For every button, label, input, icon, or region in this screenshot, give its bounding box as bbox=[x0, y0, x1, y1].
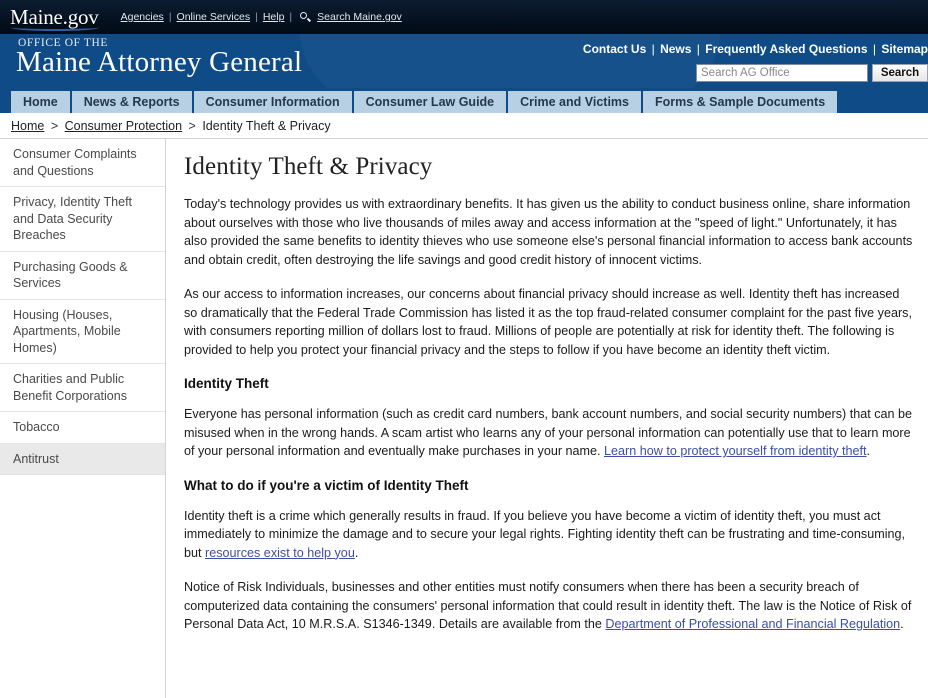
search-button[interactable]: Search bbox=[872, 64, 928, 82]
nav-tab-news-and-reports[interactable]: News & Reports bbox=[71, 91, 194, 113]
sidebar-item-charities-and-public-benefit-corporations[interactable]: Charities and Public Benefit Corporation… bbox=[0, 364, 165, 412]
banner-separator: | bbox=[651, 42, 655, 56]
utility-link-help[interactable]: Help bbox=[263, 11, 285, 23]
paragraph-notice-of-risk-tail: . bbox=[900, 617, 904, 631]
sidebar-navigation: Consumer Complaints and Questions Privac… bbox=[0, 139, 166, 698]
breadcrumb-item-consumer-protection[interactable]: Consumer Protection bbox=[65, 119, 182, 133]
banner-link-sitemap[interactable]: Sitemap bbox=[881, 42, 928, 56]
maine-gov-logo[interactable]: Maine.gov bbox=[10, 6, 105, 31]
paragraph-identity-theft: Everyone has personal information (such … bbox=[184, 405, 916, 461]
main-content: Identity Theft & Privacy Today's technol… bbox=[166, 139, 928, 698]
breadcrumb: Home > Consumer Protection > Identity Th… bbox=[0, 113, 928, 139]
nav-tab-forms-and-sample-documents[interactable]: Forms & Sample Documents bbox=[642, 91, 838, 113]
banner-link-contact-us[interactable]: Contact Us bbox=[583, 42, 646, 56]
paragraph-victim: Identity theft is a crime which generall… bbox=[184, 507, 916, 563]
search-icon bbox=[300, 11, 311, 23]
paragraph-identity-theft-tail: . bbox=[866, 444, 871, 458]
link-learn-how-to-protect-yourself[interactable]: Learn how to protect yourself from ident… bbox=[604, 444, 867, 458]
heading-what-to-do-if-victim: What to do if you're a victim of Identit… bbox=[184, 477, 469, 493]
breadcrumb-item-current: Identity Theft & Privacy bbox=[202, 119, 331, 133]
banner-separator: | bbox=[872, 42, 876, 56]
content-area: Consumer Complaints and Questions Privac… bbox=[0, 139, 928, 698]
paragraph-intro-2: As our access to information increases, … bbox=[184, 287, 912, 357]
sidebar-item-antitrust[interactable]: Antitrust bbox=[0, 443, 165, 475]
breadcrumb-separator: > bbox=[188, 119, 196, 133]
utility-link-online-services[interactable]: Online Services bbox=[177, 11, 251, 23]
nav-tab-home[interactable]: Home bbox=[11, 91, 72, 113]
site-banner: OFFICE OF THE Maine Attorney General Con… bbox=[0, 34, 928, 88]
paragraph-victim-tail: . bbox=[354, 545, 359, 560]
banner-links: Contact Us | News | Frequently Asked Que… bbox=[583, 42, 928, 56]
utility-separator: | bbox=[255, 11, 258, 23]
sidebar-item-consumer-complaints-and-questions[interactable]: Consumer Complaints and Questions bbox=[0, 139, 165, 187]
paragraph-intro-1: Today's technology provides us with extr… bbox=[184, 197, 913, 267]
sidebar-item-purchasing-goods-and-services[interactable]: Purchasing Goods & Services bbox=[0, 252, 165, 300]
sidebar-item-privacy-identity-theft-and-data-security-breaches[interactable]: Privacy, Identity Theft and Data Securit… bbox=[0, 187, 165, 252]
paragraph-notice-of-risk: Notice of Risk Individuals, businesses a… bbox=[184, 578, 916, 634]
banner-link-news[interactable]: News bbox=[660, 42, 691, 56]
utility-separator: | bbox=[168, 11, 172, 23]
utility-separator: | bbox=[289, 11, 293, 23]
page-title: Identity Theft & Privacy bbox=[184, 153, 433, 180]
breadcrumb-item-home[interactable]: Home bbox=[11, 119, 44, 133]
utility-link-agencies[interactable]: Agencies bbox=[121, 11, 164, 23]
maine-gov-utility-bar: Maine.gov Agencies | Online Services | H… bbox=[0, 0, 928, 34]
banner-separator: | bbox=[696, 42, 700, 56]
nav-tab-consumer-information[interactable]: Consumer Information bbox=[193, 91, 354, 113]
sidebar-item-housing[interactable]: Housing (Houses, Apartments, Mobile Home… bbox=[0, 300, 165, 364]
site-search: Search bbox=[696, 64, 928, 82]
sidebar-item-tobacco[interactable]: Tobacco bbox=[0, 412, 165, 444]
banner-link-faq[interactable]: Frequently Asked Questions bbox=[705, 42, 867, 56]
search-input[interactable] bbox=[696, 64, 868, 82]
nav-tab-crime-and-victims[interactable]: Crime and Victims bbox=[508, 91, 643, 113]
utility-links: Agencies | Online Services | Help | Sear… bbox=[121, 11, 402, 23]
site-title: Maine Attorney General bbox=[16, 46, 303, 78]
nav-tab-consumer-law-guide[interactable]: Consumer Law Guide bbox=[353, 91, 509, 113]
breadcrumb-separator: > bbox=[50, 119, 59, 133]
link-resources-exist-to-help-you[interactable]: resources exist to help you bbox=[205, 546, 355, 560]
utility-link-search-maine-gov[interactable]: Search Maine.gov bbox=[317, 11, 402, 23]
heading-identity-theft: Identity Theft bbox=[184, 376, 269, 391]
link-department-of-professional-and-financial-regulation[interactable]: Department of Professional and Financial… bbox=[605, 617, 900, 631]
main-navigation: Home News & Reports Consumer Information… bbox=[0, 88, 928, 113]
